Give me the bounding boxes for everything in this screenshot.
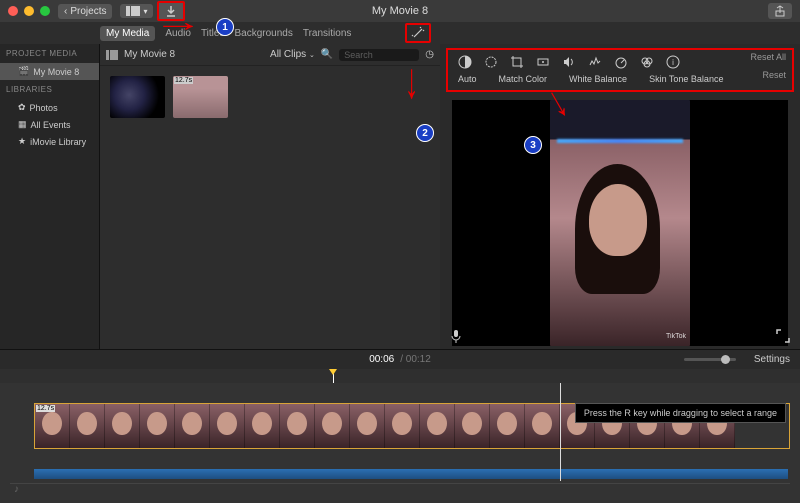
crop-icon[interactable] [510,55,524,69]
inspector-tab-auto[interactable]: Auto [458,74,477,84]
sidebar-header-libraries: LIBRARIES [0,80,99,99]
inspector-tab-skin-tone[interactable]: Skin Tone Balance [649,74,723,84]
speed-icon[interactable] [614,55,628,69]
tab-transitions[interactable]: Transitions [303,28,352,39]
inspector-icon-row: i [452,52,788,72]
zoom-slider[interactable] [684,358,736,361]
annotation-badge-3: 3 [524,136,542,154]
inspector-tab-white-balance[interactable]: White Balance [569,74,627,84]
range-tooltip: Press the R key while dragging to select… [575,403,786,423]
tab-my-media[interactable]: My Media [100,26,155,41]
voiceover-button[interactable] [450,329,462,343]
ruler-playhead[interactable] [333,369,334,383]
reset-button[interactable]: Reset [762,70,786,80]
photos-icon: ✿ [18,102,26,113]
share-button[interactable] [768,3,792,19]
tab-audio[interactable]: Audio [165,28,191,39]
watermark: TikTok [666,333,686,340]
media-clip-1[interactable] [110,76,165,118]
sidebar-project-label: My Movie 8 [33,67,79,77]
noise-reduction-icon[interactable] [588,55,602,69]
sidebar-item-photos[interactable]: ✿ Photos [0,99,99,116]
settings-button[interactable]: Settings [754,354,790,365]
import-arrow-icon [165,5,177,17]
window-title: My Movie 8 [372,5,428,17]
timeline-ruler[interactable] [0,369,800,383]
titlebar: ‹ Projects ▾ My Movie 8 [0,0,800,22]
sidebar-label: Photos [30,103,58,113]
microphone-icon [450,329,462,343]
sidebar: PROJECT MEDIA 🎬 My Movie 8 LIBRARIES ✿ P… [0,44,100,349]
info-icon[interactable]: i [666,55,680,69]
inspector-tab-match-color[interactable]: Match Color [499,74,548,84]
clock-icon[interactable]: ◷ [425,49,434,60]
zoom-window[interactable] [40,6,50,16]
magic-wand-icon [411,26,425,40]
preview-video: TikTok [550,100,690,346]
import-button[interactable] [157,1,185,21]
window-controls [8,6,50,16]
search-input[interactable]: Search [339,49,419,61]
media-title: My Movie 8 [124,49,175,60]
projects-back-button[interactable]: ‹ Projects [58,4,112,19]
library-icon: ★ [18,136,26,147]
preview-panel: Reset All Reset i Auto Match Color White… [440,44,800,349]
duration-time: 00:12 [406,354,431,365]
share-icon [774,5,786,17]
media-tabs: My Media Audio Titles Backgrounds Transi… [0,22,800,44]
color-correction-icon[interactable] [484,55,498,69]
filter-icon[interactable] [640,55,654,69]
enhance-wand-button[interactable] [405,23,431,43]
music-track[interactable]: ♪ [10,483,790,499]
color-balance-icon[interactable] [458,55,472,69]
fullscreen-icon [776,329,790,343]
annotation-badge-2: 2 [416,124,434,142]
tab-backgrounds[interactable]: Backgrounds [234,28,292,39]
reset-all-button[interactable]: Reset All [750,52,786,62]
library-view-button[interactable]: ▾ [120,4,153,18]
events-icon: ▦ [18,119,27,130]
sidebar-project-item[interactable]: 🎬 My Movie 8 [0,63,99,80]
timeline-playhead[interactable] [560,383,561,481]
preview-viewport[interactable]: TikTok [452,100,788,346]
media-browser: My Movie 8 All Clips ⌄ 🔍 Search ◷ [100,44,440,349]
media-browser-header: My Movie 8 All Clips ⌄ 🔍 Search ◷ [100,44,440,66]
sidebar-item-all-events[interactable]: ▦ All Events [0,116,99,133]
timecode-row: 00:06 / 00:12 Settings [0,349,800,369]
volume-icon[interactable] [562,55,576,69]
stabilization-icon[interactable] [536,55,550,69]
inspector-panel: i Auto Match Color White Balance Skin To… [446,48,794,92]
sidebar-label: All Events [31,120,71,130]
filter-dropdown[interactable]: All Clips ⌄ [270,49,315,60]
timeline-audio-waveform[interactable] [34,469,788,479]
clapper-icon: 🎬 [18,66,29,77]
sidebar-header-project-media: PROJECT MEDIA [0,44,99,63]
svg-text:i: i [672,58,674,67]
annotation-badge-1: 1 [216,18,234,36]
current-time: 00:06 [369,354,394,365]
inspector-subtabs: Auto Match Color White Balance Skin Tone… [452,72,788,86]
chevron-left-icon: ‹ [64,6,67,17]
sidebar-item-imovie-library[interactable]: ★ iMovie Library [0,133,99,150]
media-thumbnails [100,66,440,128]
fullscreen-button[interactable] [776,329,790,343]
minimize-window[interactable] [24,6,34,16]
close-window[interactable] [8,6,18,16]
projects-label: Projects [70,6,106,17]
timeline[interactable]: Press the R key while dragging to select… [0,369,800,503]
list-view-icon[interactable] [106,50,118,60]
sidebar-label: iMovie Library [30,137,86,147]
media-clip-2[interactable] [173,76,228,118]
